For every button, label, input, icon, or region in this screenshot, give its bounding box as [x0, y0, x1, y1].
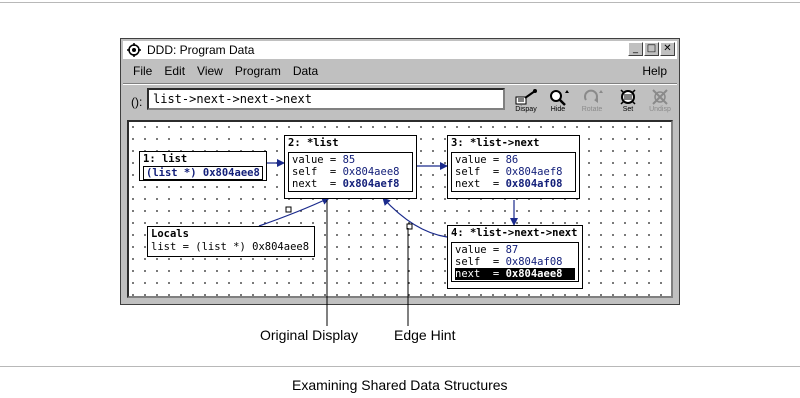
menu-separator: [123, 83, 677, 85]
display-1-title: 1: list: [143, 153, 188, 165]
display-3-row-self: self = 0x804aef8: [455, 166, 563, 178]
edge-locals-to-star-list[interactable]: [258, 197, 330, 227]
edge-next-next-to-star-list[interactable]: [382, 197, 448, 238]
display-3-list-next[interactable]: 3: *list->next value = 86 self = 0x804ae…: [447, 135, 580, 199]
menu-view[interactable]: View: [197, 64, 223, 78]
close-icon: ✕: [663, 43, 672, 54]
minimize-icon: _: [633, 43, 638, 54]
edge-hint-marker-2[interactable]: [406, 223, 413, 230]
rotate-icon: [584, 89, 603, 103]
rotate-label: Rotate: [581, 106, 603, 113]
display-2-row-value: value = 85: [292, 154, 356, 166]
figure-caption: Examining Shared Data Structures: [292, 377, 508, 393]
ddd-window: DDD: Program Data _ □ ✕ File Edit View P…: [120, 38, 680, 305]
ddd-app-icon[interactable]: [127, 43, 141, 57]
minimize-button[interactable]: _: [628, 42, 643, 56]
top-rule: [0, 2, 800, 3]
maximize-icon: □: [646, 43, 657, 54]
undisp-label: Undisp: [649, 106, 671, 113]
data-canvas[interactable]: 1: list (list *) 0x804aee8 2: *list valu…: [127, 120, 673, 298]
display-3-row-value: value = 86: [455, 154, 519, 166]
display-2-row-self: self = 0x804aee8: [292, 166, 400, 178]
display-4-title: 4: *list->next->next: [451, 227, 578, 239]
display-3-row-next: next = 0x804af08: [455, 178, 563, 190]
display-1-list[interactable]: 1: list (list *) 0x804aee8: [139, 151, 267, 181]
locals-display[interactable]: Locals list = (list *) 0x804aee8: [147, 226, 315, 257]
display-icon: [515, 89, 537, 105]
title-bar[interactable]: DDD: Program Data _ □ ✕: [123, 41, 677, 59]
display-3-title: 3: *list->next: [451, 137, 540, 149]
window-title: DDD: Program Data: [147, 43, 255, 57]
argument-field[interactable]: list->next->next->next: [147, 88, 505, 110]
display-2-row-next: next = 0x804aef8: [292, 178, 400, 190]
menu-help[interactable]: Help: [642, 64, 667, 78]
menu-bar: File Edit View Program Data Help: [123, 61, 677, 81]
menu-data[interactable]: Data: [293, 64, 318, 78]
edge-hint-marker-1[interactable]: [285, 206, 292, 213]
undisp-icon: [652, 89, 668, 105]
display-1-value: (list *) 0x804aee8: [146, 167, 260, 179]
locals-row: list = (list *) 0x804aee8: [151, 241, 310, 253]
menu-program[interactable]: Program: [235, 64, 281, 78]
display-4-row-next-selected: next = 0x804aee8: [455, 268, 575, 280]
display-4-list-next-next[interactable]: 4: *list->next->next value = 87 self = 0…: [447, 225, 583, 289]
maximize-button[interactable]: □: [644, 42, 659, 56]
locals-title: Locals: [151, 228, 189, 240]
menu-edit[interactable]: Edit: [164, 64, 185, 78]
hide-button[interactable]: Hide: [539, 88, 577, 116]
rotate-button[interactable]: Rotate: [573, 88, 611, 116]
hide-label: Hide: [550, 106, 566, 113]
callout-edge-hint: Edge Hint: [394, 327, 456, 343]
argument-label: ():: [131, 95, 143, 109]
display-4-row-self: self = 0x804af08: [455, 256, 563, 268]
bottom-rule: [0, 366, 800, 367]
display-2-title: 2: *list: [288, 137, 339, 149]
hide-icon: [550, 90, 569, 106]
set-icon: [620, 89, 636, 105]
undisp-button[interactable]: Undisp: [641, 88, 679, 116]
close-button[interactable]: ✕: [660, 42, 675, 56]
callout-original-display: Original Display: [260, 327, 359, 343]
menu-file[interactable]: File: [133, 64, 152, 78]
display-2-star-list[interactable]: 2: *list value = 85 self = 0x804aee8 nex…: [284, 135, 417, 199]
display-4-row-value: value = 87: [455, 244, 519, 256]
